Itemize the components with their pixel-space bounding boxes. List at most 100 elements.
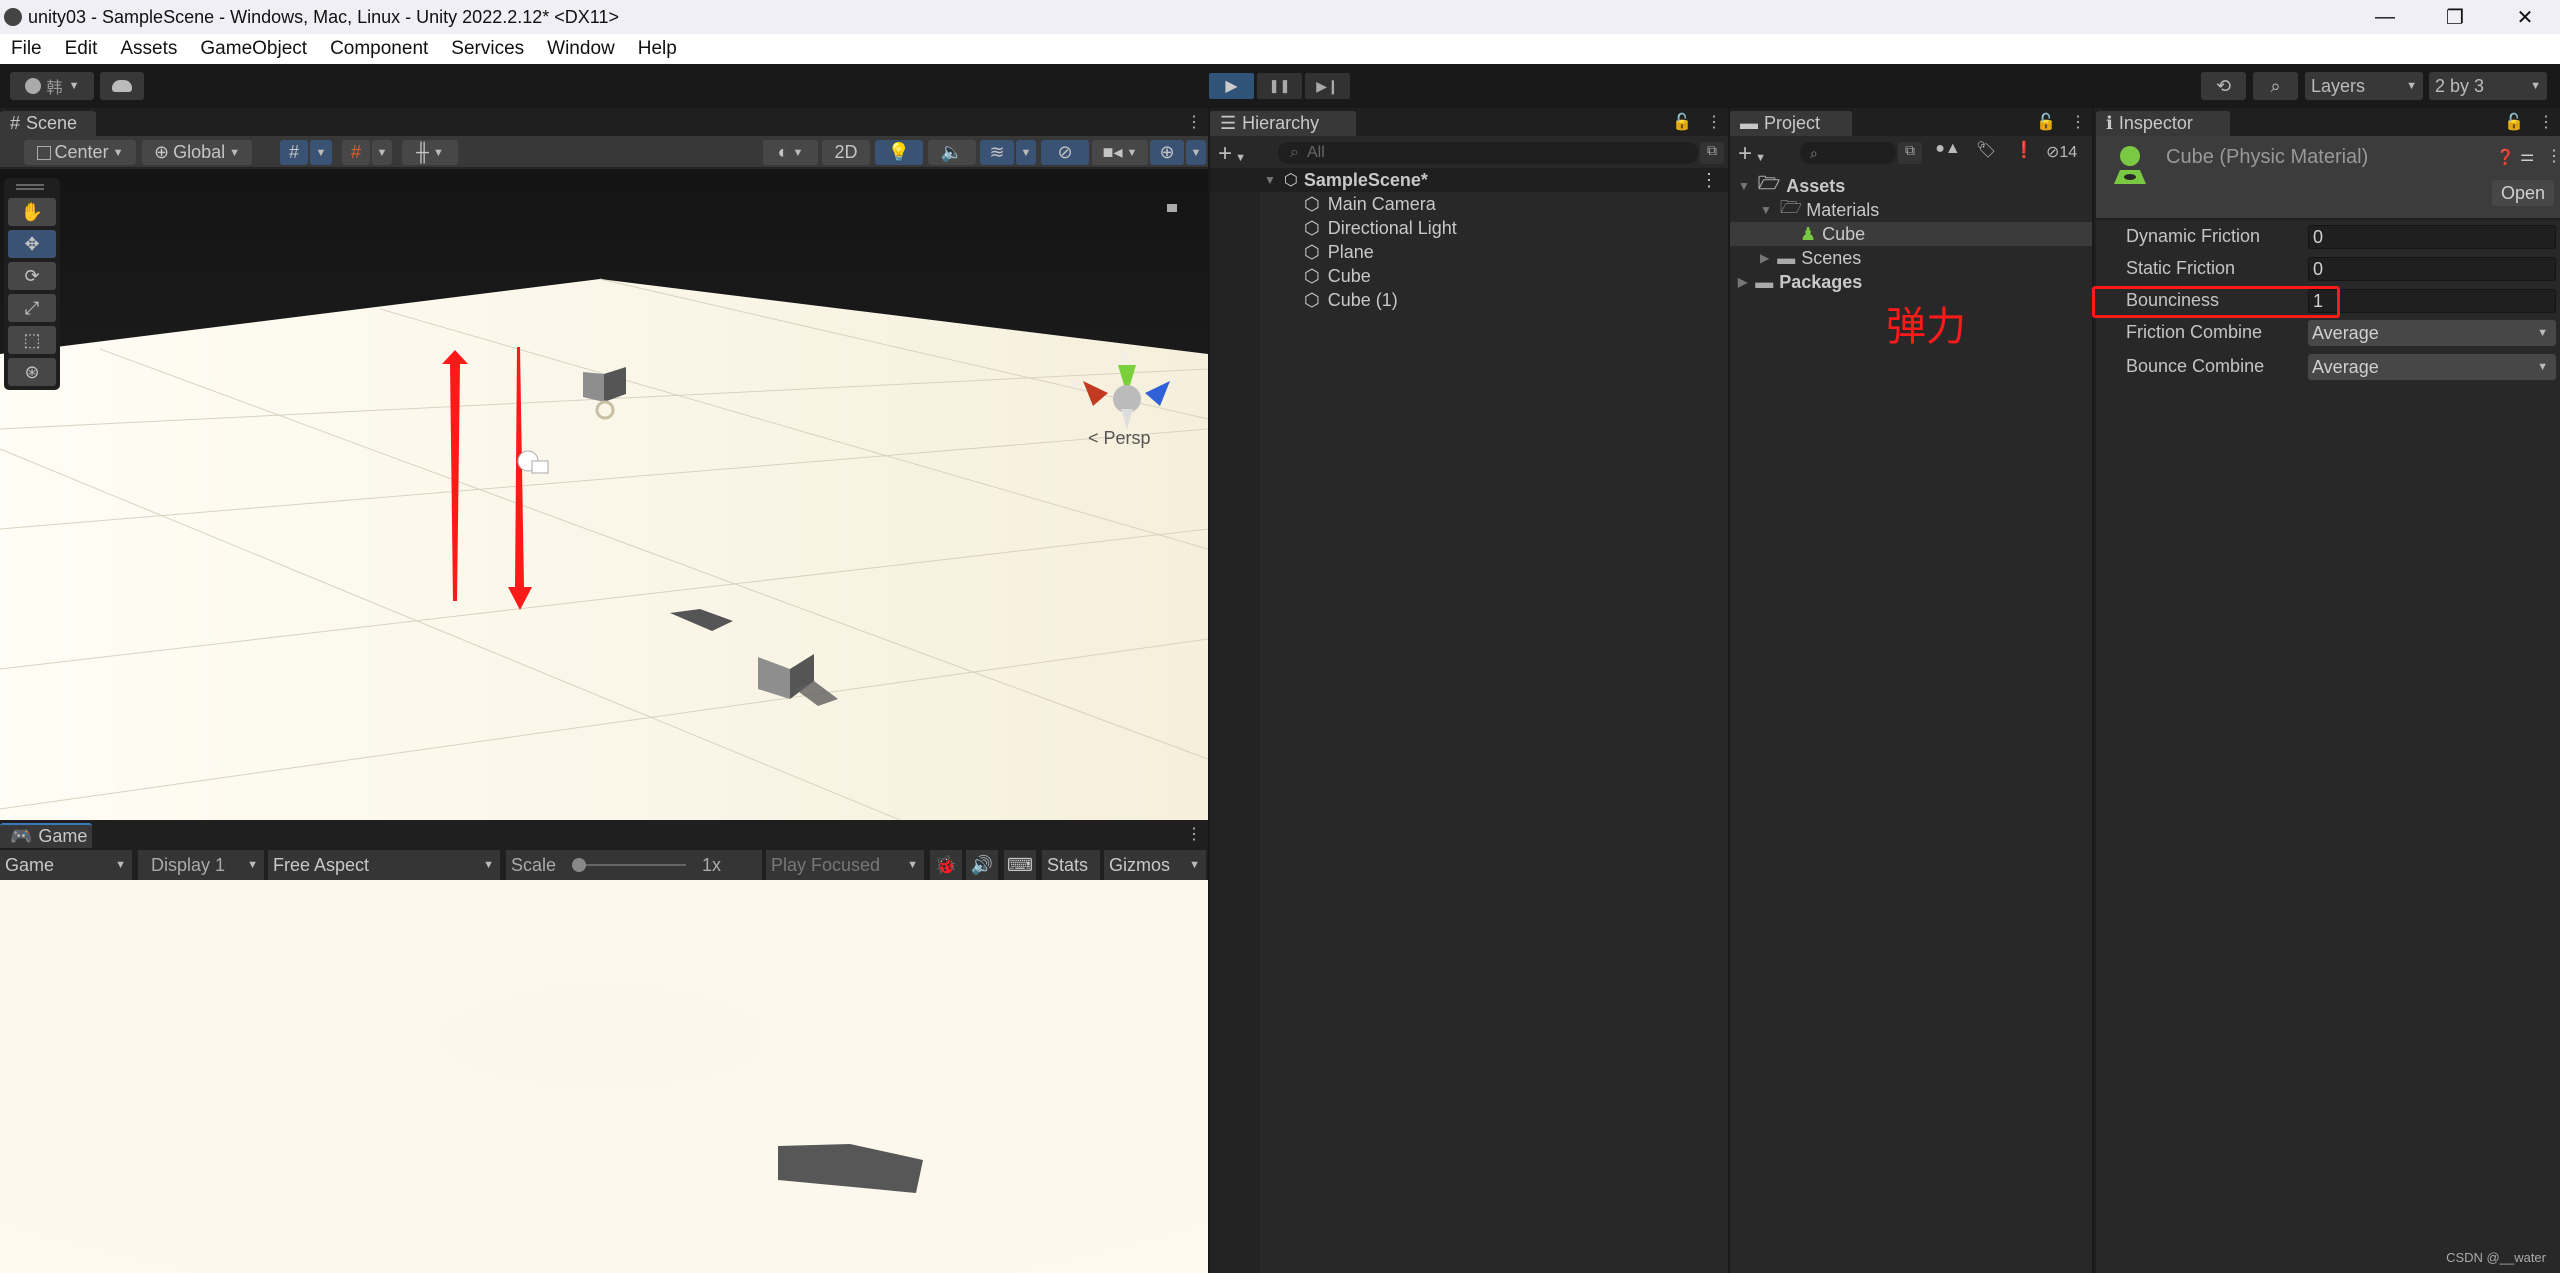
audio-toggle[interactable]: 🔈 <box>928 140 976 165</box>
camera-dropdown[interactable]: ■◂ ▼ <box>1092 140 1148 165</box>
2d-toggle[interactable]: 2D <box>822 140 870 165</box>
debug-toggle[interactable]: 🐞 <box>930 850 964 880</box>
project-tree-item-selected[interactable]: ♟ Cube <box>1730 222 2092 246</box>
scale-slider-track[interactable] <box>576 864 686 866</box>
play-button[interactable]: ▶ <box>1209 73 1254 99</box>
more-menu-icon[interactable]: ⋮ <box>1186 824 1202 844</box>
more-menu-icon[interactable]: ⋮ <box>2070 112 2086 132</box>
create-asset-button[interactable]: + ▼ <box>1738 140 1766 168</box>
more-menu-icon[interactable]: ⋮ <box>2546 146 2560 166</box>
snap-toggle[interactable]: # <box>342 140 370 165</box>
increment-snap-dropdown[interactable]: ╫ ▼ <box>402 140 458 165</box>
tab-inspector[interactable]: ℹ Inspector <box>2096 111 2230 136</box>
project-search-input[interactable]: ⌕ <box>1800 142 1896 164</box>
layout-dropdown[interactable]: 2 by 3 ▼ <box>2429 72 2547 100</box>
step-button[interactable]: ▶❙ <box>1305 73 1350 99</box>
static-friction-input[interactable]: 0 <box>2308 257 2556 281</box>
open-scene-search-button[interactable]: ⧉ <box>1700 142 1724 164</box>
scale-tool[interactable]: ⤢ <box>8 294 56 322</box>
hierarchy-item[interactable]: ⬡ Cube (1) <box>1210 288 1728 312</box>
restore-button[interactable]: ❐ <box>2420 0 2490 34</box>
pause-button[interactable]: ❚❚ <box>1257 73 1302 99</box>
cloud-button[interactable] <box>100 72 144 100</box>
menu-assets[interactable]: Assets <box>109 38 189 60</box>
menu-gameobject[interactable]: GameObject <box>189 38 319 60</box>
tab-hierarchy[interactable]: ☰ Hierarchy <box>1210 111 1356 136</box>
scene-row[interactable]: ▼ ⬡ SampleScene* ⋮ <box>1210 168 1728 192</box>
more-menu-icon[interactable]: ⋮ <box>1700 170 1718 191</box>
hierarchy-item[interactable]: ⬡ Cube <box>1210 264 1728 288</box>
close-button[interactable]: ✕ <box>2490 0 2560 34</box>
account-button[interactable]: 韩 ▼ <box>10 72 94 100</box>
visibility-toggle[interactable]: ⊘ <box>1041 140 1089 165</box>
search-button[interactable]: ⌕ <box>2253 72 2298 100</box>
mute-audio-toggle[interactable]: 🔊 <box>966 850 1000 880</box>
undo-history-button[interactable]: ⟲ <box>2201 72 2246 100</box>
hierarchy-item[interactable]: ⬡ Directional Light <box>1210 216 1728 240</box>
hierarchy-search-input[interactable]: ⌕ All <box>1278 142 1698 164</box>
play-focused-dropdown[interactable]: Play Focused ▼ <box>766 850 926 880</box>
more-menu-icon[interactable]: ⋮ <box>1186 112 1202 132</box>
help-icon[interactable]: ❓ <box>2496 148 2515 166</box>
tab-game[interactable]: 🎮 Game <box>0 823 92 848</box>
rotate-tool[interactable]: ⟳ <box>8 262 56 290</box>
stats-toggle[interactable]: Stats <box>1042 850 1102 880</box>
grid-snap-toggle[interactable]: # <box>280 140 308 165</box>
filter-by-label-button[interactable]: 🏷 <box>1968 140 2004 166</box>
menu-component[interactable]: Component <box>319 38 440 60</box>
add-object-button[interactable]: + ▼ <box>1218 140 1246 168</box>
log-types-button[interactable]: ❗ <box>2006 140 2042 166</box>
tab-scene[interactable]: # Scene <box>0 111 96 136</box>
scale-slider-thumb[interactable] <box>572 858 586 872</box>
menu-help[interactable]: Help <box>627 38 689 60</box>
hierarchy-item[interactable]: ⬡ Main Camera <box>1210 192 1728 216</box>
projection-label[interactable]: < Persp <box>1088 428 1151 448</box>
transform-tool[interactable]: ⊛ <box>8 358 56 386</box>
effects-toggle[interactable]: ≋ <box>980 140 1014 165</box>
menu-edit[interactable]: Edit <box>54 38 110 60</box>
grid-snap-dropdown[interactable]: ▼ <box>310 140 332 165</box>
hidden-packages-toggle[interactable]: ⊘14 <box>2046 142 2092 168</box>
preset-icon[interactable]: ⚌ <box>2520 146 2534 166</box>
menu-services[interactable]: Services <box>440 38 536 60</box>
project-tree-item[interactable]: ▼ 🗁 Materials <box>1730 197 2092 222</box>
lock-icon[interactable]: 🔓 <box>2504 112 2524 132</box>
open-button[interactable]: Open <box>2492 180 2554 206</box>
draw-mode-dropdown[interactable]: ◐ ▼ <box>763 140 818 165</box>
minimize-button[interactable]: — <box>2350 0 2420 34</box>
tab-project[interactable]: ▬ Project <box>1730 111 1852 136</box>
search-window-button[interactable]: ⧉ <box>1898 142 1922 164</box>
aspect-dropdown[interactable]: Free Aspect ▼ <box>268 850 502 880</box>
scene-viewport[interactable]: y x z < Persp <box>0 169 1208 820</box>
display-dropdown[interactable]: Display 1 ▼ <box>138 850 266 880</box>
more-menu-icon[interactable]: ⋮ <box>1706 112 1722 132</box>
snap-dropdown[interactable]: ▼ <box>372 140 392 165</box>
keyboard-toggle[interactable]: ⌨ <box>1004 850 1038 880</box>
layers-dropdown[interactable]: Layers ▼ <box>2305 72 2423 100</box>
lock-icon[interactable]: 🔓 <box>1672 112 1692 132</box>
game-view-dropdown[interactable]: Game ▼ <box>0 850 134 880</box>
bounciness-input[interactable]: 1 <box>2308 289 2556 313</box>
project-tree-item[interactable]: ▶ ▬ Packages <box>1730 270 2092 294</box>
lock-icon[interactable] <box>1167 204 1177 212</box>
more-menu-icon[interactable]: ⋮ <box>2538 112 2554 132</box>
gizmos-dropdown[interactable]: ▼ <box>1186 140 1206 165</box>
gizmos-dropdown[interactable]: Gizmos ▼ <box>1104 850 1208 880</box>
effects-dropdown[interactable]: ▼ <box>1016 140 1036 165</box>
filter-by-type-button[interactable]: ●▲ <box>1930 140 1966 166</box>
palette-drag-handle[interactable] <box>16 184 44 190</box>
friction-combine-dropdown[interactable]: Average ▼ <box>2308 320 2556 346</box>
game-viewport[interactable] <box>0 880 1208 1273</box>
bounce-combine-dropdown[interactable]: Average ▼ <box>2308 354 2556 380</box>
lighting-toggle[interactable]: 💡 <box>875 140 923 165</box>
rect-tool[interactable]: ⬚ <box>8 326 56 354</box>
project-tree-item[interactable]: ▶ ▬ Scenes <box>1730 246 2092 270</box>
move-tool[interactable]: ✥ <box>8 230 56 258</box>
gizmos-toggle[interactable]: ⊕ <box>1150 140 1184 165</box>
dynamic-friction-input[interactable]: 0 <box>2308 225 2556 249</box>
pivot-dropdown[interactable]: Center ▼ <box>24 140 136 165</box>
space-dropdown[interactable]: ⊕ Global ▼ <box>142 140 252 165</box>
menu-window[interactable]: Window <box>536 38 627 60</box>
menu-file[interactable]: File <box>0 38 54 60</box>
hierarchy-item[interactable]: ⬡ Plane <box>1210 240 1728 264</box>
